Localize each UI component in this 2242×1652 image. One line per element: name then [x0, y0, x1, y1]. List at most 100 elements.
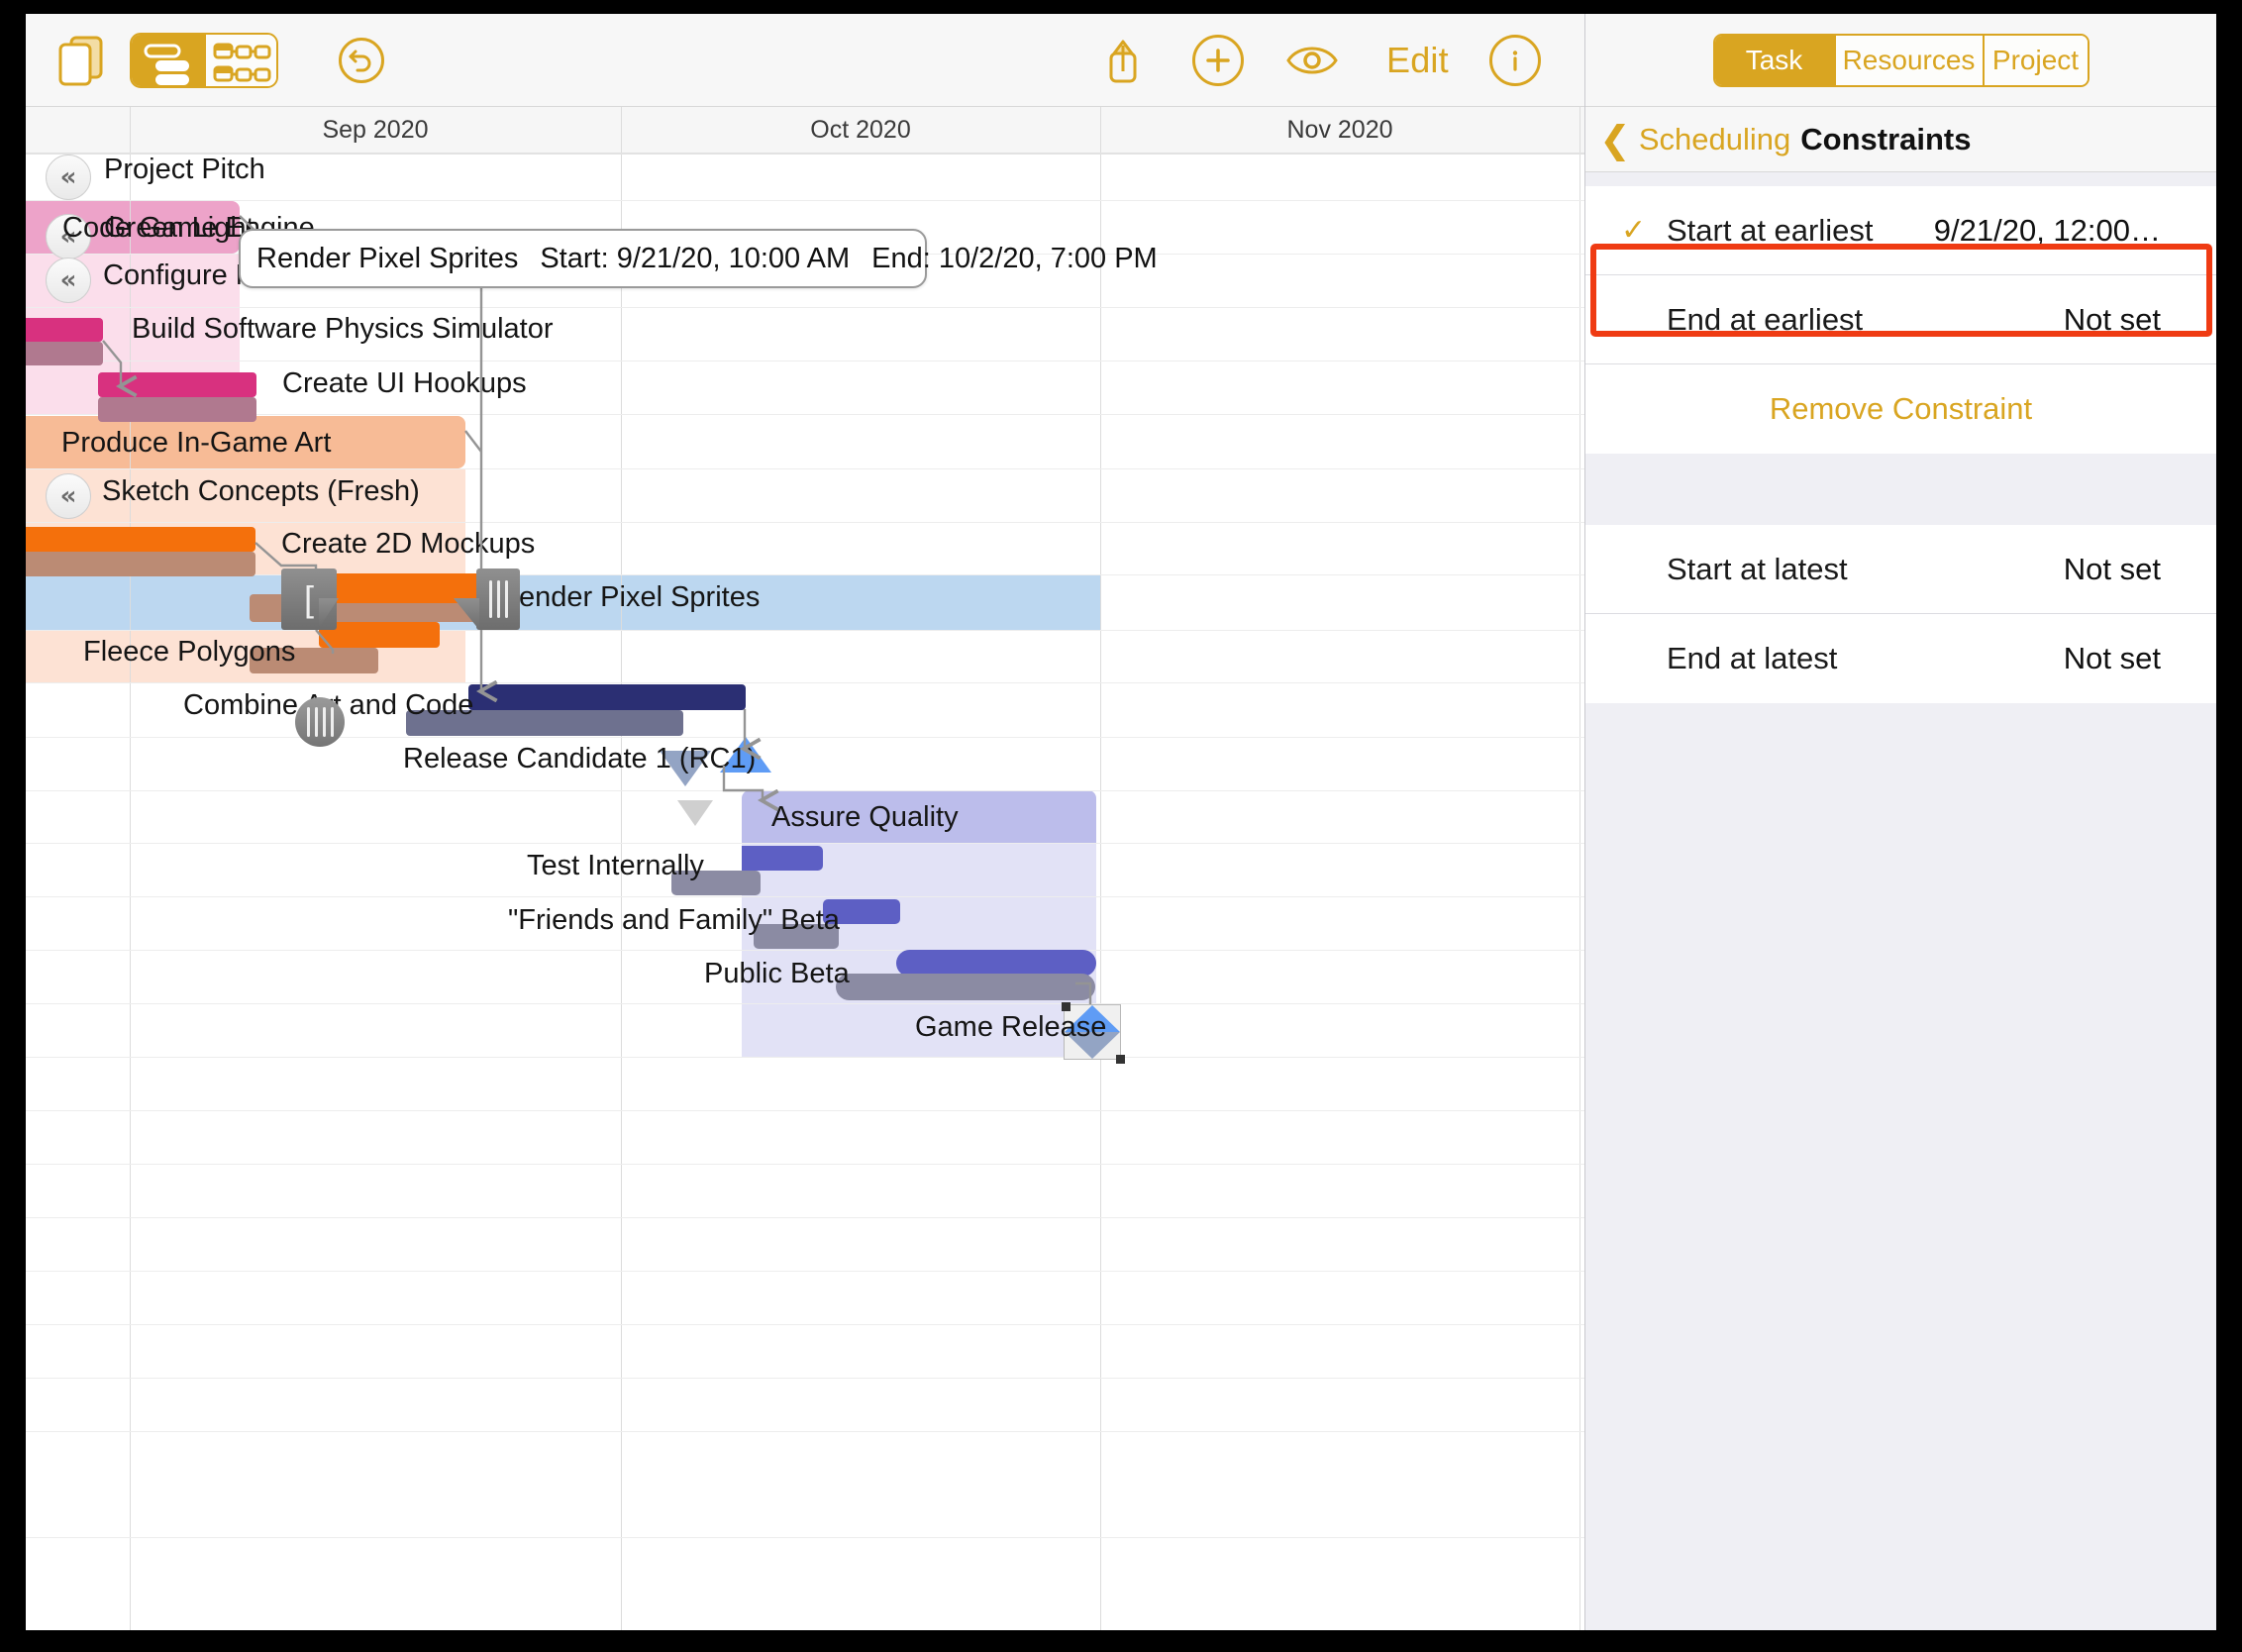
- tooltip-end: End: 10/2/20, 7:00 PM: [871, 242, 1158, 274]
- info-icon[interactable]: [1489, 34, 1541, 86]
- row-divider: [26, 737, 1584, 738]
- row-label-test-internally[interactable]: Test Internally: [527, 850, 704, 882]
- constraint-value: Not set: [2063, 640, 2161, 675]
- tooltip-task-name: Render Pixel Sprites: [256, 242, 519, 274]
- inspector-breadcrumb: ❮ Scheduling Constraints: [1585, 107, 2216, 172]
- row-divider: [26, 414, 1584, 415]
- bar-create-ui-hookups[interactable]: [98, 372, 256, 397]
- view-eye-icon[interactable]: [1283, 39, 1341, 82]
- row-label-build-physics-simulator[interactable]: Build Software Physics Simulator: [132, 313, 554, 346]
- month-nov: Nov 2020: [1286, 116, 1393, 144]
- constraint-value: Not set: [2063, 551, 2161, 586]
- collapse-toggle-project-pitch[interactable]: «: [46, 155, 91, 200]
- row-divider: [26, 630, 1584, 631]
- outline-view-segment[interactable]: [132, 34, 206, 86]
- shadow-build-physics-simulator: [26, 342, 103, 365]
- row-label-sketch-concepts[interactable]: Sketch Concepts (Fresh): [102, 475, 420, 508]
- row-divider: [26, 843, 1584, 844]
- edit-button[interactable]: Edit: [1386, 40, 1449, 81]
- selection-handle-nw[interactable]: [1062, 1002, 1070, 1011]
- constraints-group-latest: Start at latest Not set End at latest No…: [1585, 525, 2216, 703]
- row-divider: [26, 790, 1584, 791]
- screenshot-root: Edit Sep 2020 Oct 2020 Nov 2020 « « « « …: [0, 0, 2242, 1652]
- row-divider: [26, 1217, 1584, 1218]
- row-label-produce-in-game-art[interactable]: Produce In-Game Art: [61, 427, 331, 460]
- network-view-segment[interactable]: [206, 34, 276, 86]
- constraint-label: End at latest: [1667, 640, 1838, 675]
- constraint-row-start-at-latest[interactable]: Start at latest Not set: [1585, 525, 2216, 614]
- remove-constraint-button[interactable]: Remove Constraint: [1585, 364, 2216, 454]
- row-label-fleece-polygons[interactable]: Fleece Polygons: [83, 636, 295, 669]
- selection-handle-se[interactable]: [1116, 1055, 1125, 1064]
- tooltip-start: Start: 9/21/20, 10:00 AM: [540, 242, 851, 274]
- constraint-label: End at earliest: [1667, 301, 1864, 337]
- bar-public-beta[interactable]: [896, 950, 1096, 977]
- inspector-spacer: [1585, 454, 2216, 525]
- row-label-game-release[interactable]: Game Release: [915, 1011, 1106, 1044]
- shadow-create-2d-mockups: [26, 552, 255, 576]
- constraint-row-end-at-latest[interactable]: End at latest Not set: [1585, 614, 2216, 703]
- inspector-toolbar: Task Resources Project: [1585, 14, 2216, 107]
- page-title: Constraints: [1800, 121, 1972, 156]
- hdr-grid: [1100, 107, 1101, 153]
- back-chevron-icon[interactable]: ❮: [1599, 121, 1631, 158]
- inspector-spacer: [1585, 172, 2216, 186]
- grid-line-left: [130, 107, 131, 1630]
- checkmark-icon: ✓: [1621, 214, 1647, 247]
- breadcrumb-parent[interactable]: Scheduling: [1639, 122, 1790, 157]
- row-divider: [26, 468, 1584, 469]
- constraint-value: 9/21/20, 12:00…: [1933, 212, 2161, 248]
- inspector-panel: Task Resources Project ❮ Scheduling Cons…: [1584, 14, 2216, 1630]
- add-icon[interactable]: [1192, 34, 1244, 86]
- constraint-value: Not set: [2063, 301, 2161, 337]
- bar-test-internally[interactable]: [742, 846, 823, 871]
- row-divider: [26, 574, 1584, 575]
- collapse-toggle-configure-middleware[interactable]: «: [46, 258, 91, 303]
- main-toolbar: Edit: [26, 14, 1584, 107]
- constraint-row-start-at-earliest[interactable]: ✓ Start at earliest 9/21/20, 12:00…: [1585, 186, 2216, 275]
- row-divider: [26, 1057, 1584, 1058]
- row-divider: [26, 1378, 1584, 1379]
- constraint-label: Start at latest: [1667, 551, 1848, 586]
- gantt-chart[interactable]: Sep 2020 Oct 2020 Nov 2020 « « « « [Pro…: [26, 107, 1584, 1630]
- constraint-label: Start at earliest: [1667, 212, 1874, 248]
- bar-create-2d-mockups[interactable]: [26, 527, 255, 552]
- tab-task[interactable]: Task: [1714, 35, 1834, 85]
- drag-handle-end[interactable]: [476, 568, 520, 630]
- tab-resources[interactable]: Resources: [1833, 35, 1983, 85]
- row-label-render-pixel-sprites[interactable]: Render Pixel Sprites: [498, 581, 760, 614]
- constraint-row-end-at-earliest[interactable]: End at earliest Not set: [1585, 275, 2216, 364]
- view-switch[interactable]: [130, 32, 278, 88]
- bar-combine-art-and-code[interactable]: [468, 684, 746, 710]
- row-label-friends-family-beta[interactable]: "Friends and Family" Beta: [508, 904, 840, 937]
- collapse-toggle-sketch-concepts[interactable]: «: [46, 473, 91, 519]
- hdr-grid: [621, 107, 622, 153]
- row-label-public-beta[interactable]: Public Beta: [704, 958, 850, 990]
- row-label-assure-quality[interactable]: Assure Quality: [771, 801, 959, 834]
- row-divider: [26, 1003, 1584, 1004]
- row-divider: [26, 1431, 1584, 1432]
- task-tooltip: Render Pixel Sprites Start: 9/21/20, 10:…: [239, 229, 1158, 288]
- row-divider: [26, 1324, 1584, 1325]
- row-label-create-2d-mockups[interactable]: Create 2D Mockups: [281, 528, 535, 561]
- row-divider: [26, 1164, 1584, 1165]
- drag-handle-knob[interactable]: [295, 697, 345, 747]
- month-oct: Oct 2020: [810, 116, 911, 144]
- hdr-grid: [130, 107, 131, 153]
- row-label-create-ui-hookups[interactable]: Create UI Hookups: [282, 367, 527, 400]
- row-label-project-pitch[interactable]: Project Pitch: [104, 154, 265, 186]
- inspector-tab-group[interactable]: Task Resources Project: [1712, 33, 2089, 87]
- row-divider: [26, 1271, 1584, 1272]
- tab-project[interactable]: Project: [1982, 35, 2088, 85]
- row-divider: [26, 307, 1584, 308]
- documents-icon[interactable]: [55, 34, 107, 87]
- share-icon[interactable]: [1101, 34, 1145, 87]
- bar-fleece-polygons[interactable]: [319, 622, 440, 648]
- row-label-release-candidate-1[interactable]: Release Candidate 1 (RC1): [403, 743, 756, 775]
- shadow-create-ui-hookups: [98, 397, 256, 422]
- bar-build-physics-simulator[interactable]: [26, 318, 103, 342]
- undo-icon[interactable]: [339, 37, 384, 83]
- row-divider: [26, 950, 1584, 951]
- row-divider: [26, 682, 1584, 683]
- app-window: Edit Sep 2020 Oct 2020 Nov 2020 « « « « …: [26, 14, 2216, 1630]
